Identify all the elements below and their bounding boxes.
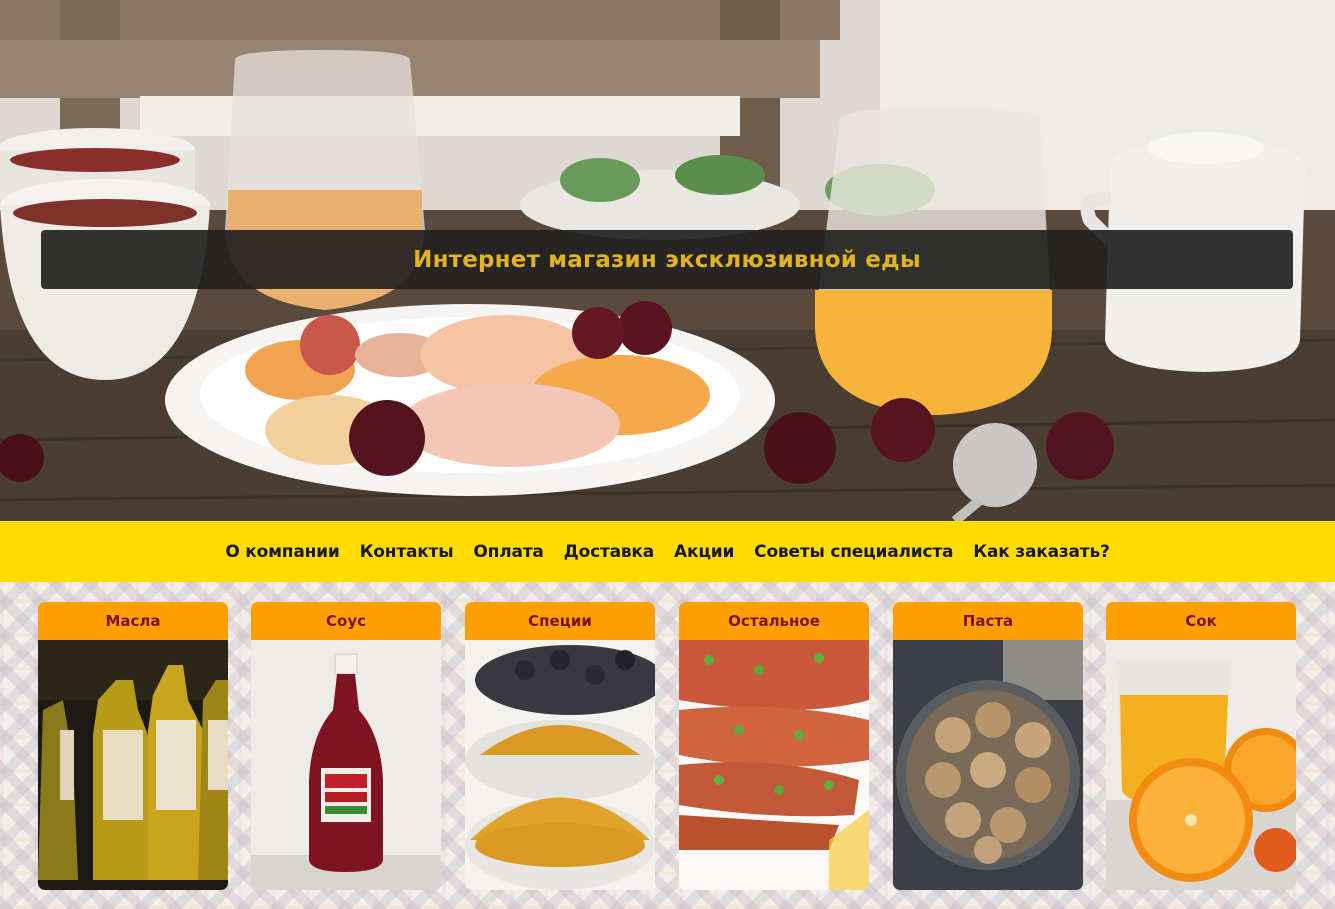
category-card-label: Паста — [962, 612, 1014, 630]
category-card-header: Паста — [893, 602, 1083, 640]
category-card-other[interactable]: Остальное — [679, 602, 869, 890]
ketchup-bottle-image — [251, 640, 441, 890]
hero-banner: Интернет магазин эксклюзивной еды — [0, 0, 1335, 521]
category-card-label: Специи — [528, 612, 592, 630]
category-card-juice[interactable]: Сок — [1106, 602, 1296, 890]
category-card-header: Остальное — [679, 602, 869, 640]
nav-link-about[interactable]: О компании — [225, 542, 339, 562]
category-card-header: Сок — [1106, 602, 1296, 640]
category-card-header: Соус — [251, 602, 441, 640]
pasta-jar-image — [893, 640, 1083, 890]
nav-link-promotions[interactable]: Акции — [674, 542, 734, 562]
category-card-header: Масла — [38, 602, 228, 640]
category-card-header: Специи — [465, 602, 655, 640]
nav-link-contacts[interactable]: Контакты — [360, 542, 454, 562]
category-card-label: Остальное — [728, 612, 820, 630]
category-card-spices[interactable]: Специи — [465, 602, 655, 890]
nav-link-payment[interactable]: Оплата — [473, 542, 543, 562]
category-card-oils[interactable]: Масла — [38, 602, 228, 890]
category-card-label: Сок — [1185, 612, 1217, 630]
main-navigation: О компании Контакты Оплата Доставка Акци… — [0, 521, 1335, 582]
spice-bowls-image — [465, 640, 655, 890]
site-title-bar: Интернет магазин эксклюзивной еды — [41, 230, 1293, 289]
nav-link-delivery[interactable]: Доставка — [564, 542, 655, 562]
nav-link-expert-tips[interactable]: Советы специалиста — [754, 542, 953, 562]
category-card-pasta[interactable]: Паста — [893, 602, 1083, 890]
orange-juice-image — [1106, 640, 1296, 890]
grilled-chicken-image — [679, 640, 869, 890]
category-card-label: Масла — [105, 612, 161, 630]
category-card-label: Соус — [326, 612, 366, 630]
site-title: Интернет магазин эксклюзивной еды — [413, 246, 921, 273]
category-card-sauce[interactable]: Соус — [251, 602, 441, 890]
nav-link-how-to-order[interactable]: Как заказать? — [973, 542, 1110, 562]
category-grid: Масла Соус Специи Остальное Паста Сок — [0, 582, 1335, 909]
olive-oil-bottles-image — [38, 640, 228, 890]
